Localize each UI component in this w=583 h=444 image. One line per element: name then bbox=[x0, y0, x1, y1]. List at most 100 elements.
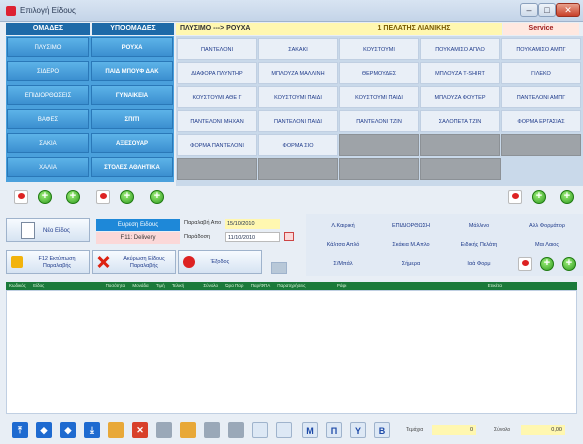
group-button[interactable]: ΕΠΙΔΙΟΡΘΩΣΕΙΣ bbox=[7, 85, 89, 105]
pin-icon[interactable] bbox=[14, 190, 28, 204]
group-button[interactable]: ΒΑΦΕΣ bbox=[7, 109, 89, 129]
column-header[interactable]: Παρ/ΦΠΑ bbox=[251, 283, 270, 288]
column-header[interactable]: Σύνολο bbox=[203, 283, 218, 288]
pricing-option[interactable]: Ιαά Φορμ bbox=[446, 255, 512, 273]
item-button[interactable]: ΠΟΥΚΑΜΙΣΟ ΑΠΛΟ bbox=[420, 38, 500, 60]
column-header[interactable]: Παρατηρήσεις bbox=[277, 283, 305, 288]
item-button[interactable]: ΜΠΛΟΥΖΑ Τ-SHIRT bbox=[420, 62, 500, 84]
delete-icon[interactable]: ✕ bbox=[132, 422, 148, 438]
pricing-option[interactable]: Μαι Λαιος bbox=[514, 236, 580, 254]
column-header[interactable]: Κωδικός bbox=[9, 283, 26, 288]
column-header[interactable]: Ώρα Παρ bbox=[225, 283, 243, 288]
close-button[interactable]: ✕ bbox=[556, 3, 580, 17]
add-icon[interactable] bbox=[560, 190, 574, 204]
item-button[interactable]: ΦΟΡΜΑ ΠΑΝΤΕΛΟΝΙ bbox=[177, 134, 257, 156]
pricing-option[interactable]: Σκάκια Μ.Απλο bbox=[378, 236, 444, 254]
add-icon[interactable] bbox=[532, 190, 546, 204]
item-button[interactable]: ΠΑΝΤΕΛΟΝΙ bbox=[177, 38, 257, 60]
order-items-table[interactable] bbox=[6, 290, 577, 414]
add-icon[interactable] bbox=[562, 257, 576, 271]
subgroup-button[interactable]: ΡΟΥΧΑ bbox=[91, 37, 173, 57]
item-button[interactable]: ΠΑΝΤΕΛΟΝΙ ΜΗΧΑΝ bbox=[177, 110, 257, 132]
pricing-option[interactable]: Σ/Μπάλ bbox=[310, 255, 376, 273]
add-icon[interactable] bbox=[38, 190, 52, 204]
pricing-option[interactable]: Σήμερα bbox=[378, 255, 444, 273]
new-item-button[interactable]: Νέο Είδος bbox=[6, 218, 90, 242]
pin-icon[interactable] bbox=[518, 257, 532, 271]
pricing-option[interactable]: Αλλ Φορμάτορ bbox=[514, 217, 580, 235]
column-header[interactable]: Ετικέτα bbox=[488, 283, 502, 288]
exit-button[interactable]: Έξοδος bbox=[178, 250, 262, 274]
item-button[interactable]: ΠΑΝΤΕΛΟΝΙ ΤΖΙΝ bbox=[339, 110, 419, 132]
tab-find-item[interactable]: Ευρεση Ειδους bbox=[96, 219, 180, 231]
column-header[interactable]: Μονάδα bbox=[132, 283, 148, 288]
calendar-icon[interactable] bbox=[284, 232, 294, 241]
item-button[interactable]: ΦΟΡΜΑ ΣΙΟ bbox=[258, 134, 338, 156]
print-preview-icon[interactable] bbox=[204, 422, 220, 438]
maximize-button[interactable]: □ bbox=[538, 3, 556, 17]
blank-icon[interactable] bbox=[156, 422, 172, 438]
receive-date-field[interactable]: 15/10/2010 bbox=[225, 219, 280, 229]
item-button[interactable]: ΣΑΚΑΚΙ bbox=[258, 38, 338, 60]
item-button[interactable]: ΜΠΛΟΥΖΑ ΜΑΛΛΙΝΗ bbox=[258, 62, 338, 84]
item-button[interactable]: ΚΟΥΣΤΟΥΜΙ ΑΘΕ Γ bbox=[177, 86, 257, 108]
grid-view-icon[interactable] bbox=[252, 422, 268, 438]
group-button[interactable]: ΣΙΔΕΡΟ bbox=[7, 61, 89, 81]
pricing-option[interactable]: Κάλτσα Απλό bbox=[310, 236, 376, 254]
item-button[interactable]: ΘΕΡΜΟΥΔΕΣ bbox=[339, 62, 419, 84]
group-button[interactable]: ΣΑΚΙΑ bbox=[7, 133, 89, 153]
last-record-icon[interactable]: ⤓ bbox=[84, 422, 100, 438]
pin-icon[interactable] bbox=[96, 190, 110, 204]
letter-button-p[interactable]: Π bbox=[326, 422, 342, 438]
subgroup-button[interactable]: ΓΥΝΑΙΚΕΙΑ bbox=[91, 85, 173, 105]
pricing-option[interactable]: Ειδικής Πελάτη bbox=[446, 236, 512, 254]
minimize-button[interactable]: – bbox=[520, 3, 538, 17]
subgroup-button[interactable]: ΣΠΙΤΙ bbox=[91, 109, 173, 129]
item-button[interactable]: ΓΙΛΕΚΟ bbox=[501, 62, 581, 84]
subgroup-button[interactable]: ΣΤΟΛΕΣ ΑΘΛΗΤΙΚΑ bbox=[91, 157, 173, 177]
group-button[interactable]: ΠΛΥΣΙΜΟ bbox=[7, 37, 89, 57]
document-icon[interactable] bbox=[228, 422, 244, 438]
add-icon[interactable] bbox=[66, 190, 80, 204]
letter-button-y[interactable]: Y bbox=[350, 422, 366, 438]
add-icon[interactable] bbox=[150, 190, 164, 204]
column-header[interactable]: Τιμή bbox=[156, 283, 165, 288]
grid-view-icon[interactable] bbox=[276, 422, 292, 438]
column-header[interactable]: Τελική bbox=[172, 283, 184, 288]
subgroup-button[interactable]: ΠΑΙΔ ΜΠΟΥΦ ΔΑΚ bbox=[91, 61, 173, 81]
next-icon[interactable]: ◆ bbox=[60, 422, 76, 438]
first-record-icon[interactable]: ⤒ bbox=[12, 422, 28, 438]
tab-delivery[interactable]: F11: Delivery bbox=[96, 232, 180, 244]
column-header[interactable]: Είδος bbox=[33, 283, 44, 288]
item-button[interactable]: ΚΟΥΣΤΟΥΜΙ ΠΑΙΔΙ bbox=[339, 86, 419, 108]
subgroup-button[interactable]: ΑΞΕΣΟΥΑΡ bbox=[91, 133, 173, 153]
item-button[interactable]: ΚΟΥΣΤΟΥΜΙ bbox=[339, 38, 419, 60]
total-value: 0,00 bbox=[521, 425, 565, 435]
item-button[interactable]: ΦΟΡΜΑ ΕΡΓΑΣΙΑΣ bbox=[501, 110, 581, 132]
add-icon[interactable] bbox=[540, 257, 554, 271]
pricing-option[interactable]: ΕΠΙΔΙΟΡΘΩΣΗ bbox=[378, 217, 444, 235]
column-header[interactable]: Ποσότητα bbox=[106, 283, 126, 288]
item-button[interactable]: ΜΠΛΟΥΖΑ ΦΟΥΤΕΡ bbox=[420, 86, 500, 108]
small-action-button[interactable] bbox=[271, 262, 287, 274]
edit-icon[interactable] bbox=[108, 422, 124, 438]
item-button[interactable]: ΠΟΥΚΑΜΙΣΟ ΑΜΠΓ bbox=[501, 38, 581, 60]
column-header[interactable]: Ράφι bbox=[337, 283, 347, 288]
print-receipt-button[interactable]: F12 Εκτύπωση Παραλαβής bbox=[6, 250, 90, 274]
item-button[interactable]: ΠΑΝΤΕΛΟΝΙ ΠΑΙΔΙ bbox=[258, 110, 338, 132]
group-button[interactable]: ΧΑΛΙΑ bbox=[7, 157, 89, 177]
cancel-item-button[interactable]: Ακύρωση Είδους Παραλαβής bbox=[92, 250, 176, 274]
add-icon[interactable] bbox=[120, 190, 134, 204]
item-button[interactable]: ΚΟΥΣΤΟΥΜΙ ΠΑΙΔΙ bbox=[258, 86, 338, 108]
pricing-option[interactable]: Μάλλινο bbox=[446, 217, 512, 235]
pricing-option[interactable]: Λ.Καιρική bbox=[310, 217, 376, 235]
pin-icon[interactable] bbox=[508, 190, 522, 204]
item-button[interactable]: ΠΑΝΤΕΛΟΝΙ ΑΜΠΓ bbox=[501, 86, 581, 108]
tools-icon[interactable] bbox=[180, 422, 196, 438]
letter-button-b[interactable]: B bbox=[374, 422, 390, 438]
letter-button-m[interactable]: M bbox=[302, 422, 318, 438]
item-button[interactable]: ΔΙΑΦΟΡΑ ΠΛΥΝΤΗΡ bbox=[177, 62, 257, 84]
item-button[interactable]: ΣΑΛΟΠΕΤΑ ΤΖΙΝ bbox=[420, 110, 500, 132]
delivery-date-field[interactable]: 11/10/2010 bbox=[225, 232, 280, 242]
previous-icon[interactable]: ◆ bbox=[36, 422, 52, 438]
